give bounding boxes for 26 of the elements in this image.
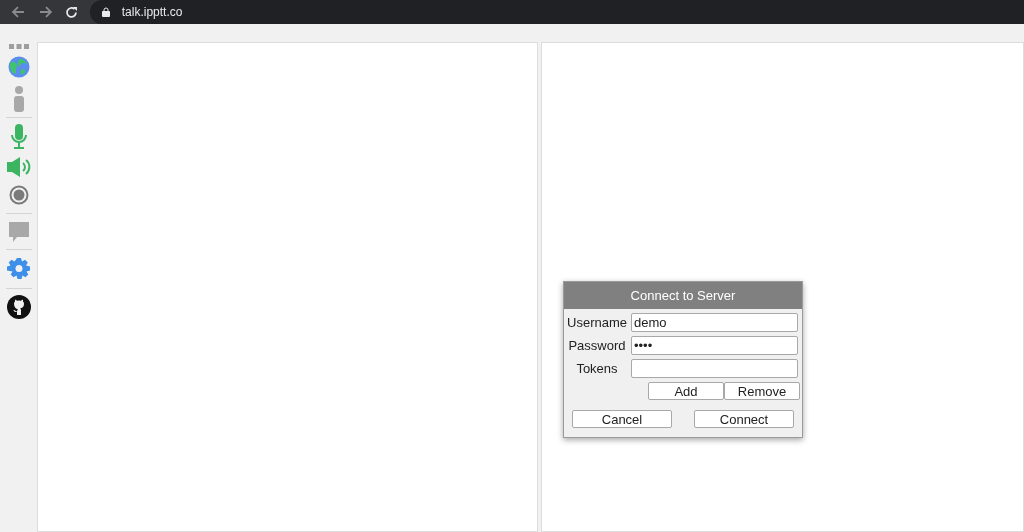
input-field[interactable]: •••• <box>631 336 798 355</box>
microphone-icon[interactable] <box>9 124 28 150</box>
forward-icon[interactable] <box>38 6 53 18</box>
record-icon[interactable] <box>8 185 29 205</box>
field-label: Password <box>567 336 627 355</box>
dialog-button[interactable]: Cancel <box>572 410 672 428</box>
globe-icon[interactable] <box>7 56 30 78</box>
token-button[interactable]: Add <box>648 382 724 400</box>
more-icon[interactable] <box>8 44 29 49</box>
field-label: Tokens <box>575 359 619 378</box>
lock-icon <box>101 7 110 17</box>
url-text: talk.ipptt.co <box>121 4 183 21</box>
address-bar[interactable]: talk.ipptt.co <box>89 0 1024 24</box>
settings-icon[interactable] <box>6 258 31 282</box>
input-field[interactable]: demo <box>631 313 798 332</box>
token-button[interactable]: Remove <box>724 382 800 400</box>
input-field[interactable] <box>631 359 798 378</box>
speaker-icon[interactable] <box>6 157 31 177</box>
chat-icon[interactable] <box>8 222 29 243</box>
reload-icon[interactable] <box>64 5 78 19</box>
dialog-button[interactable]: Connect <box>694 410 794 428</box>
field-label: Username <box>566 313 628 332</box>
dialog-title: Connect to Server <box>564 282 802 309</box>
github-icon[interactable] <box>6 295 31 319</box>
back-icon[interactable] <box>11 6 25 18</box>
info-icon[interactable] <box>12 86 25 112</box>
